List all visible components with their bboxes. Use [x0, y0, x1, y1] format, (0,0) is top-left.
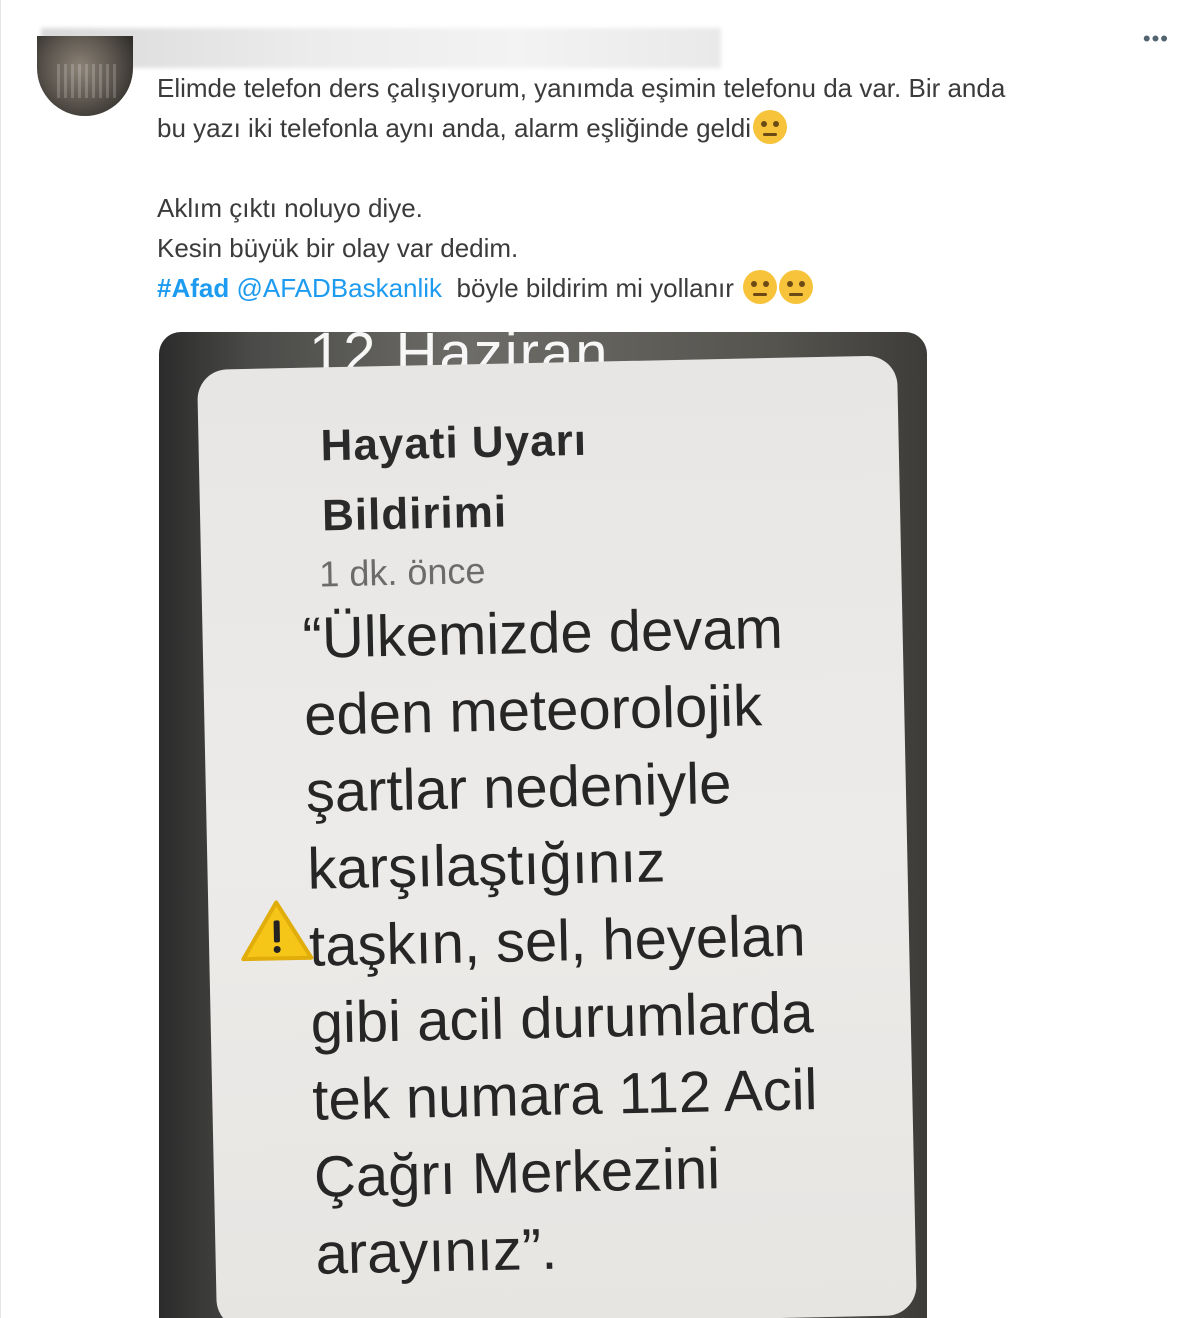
tweet-text: Elimde telefon ders çalışıyorum, yanımda… — [157, 68, 1167, 308]
alert-card: Hayati Uyarı Bildirimi 1 dk. önce “Ülkem… — [197, 355, 917, 1318]
blurred-username-header — [41, 28, 721, 68]
alert-body: “Ülkemizde devam eden meteorolojik şartl… — [301, 595, 818, 1287]
tweet-text-line: Aklım çıktı noluyo diye. — [157, 193, 423, 223]
tweet-text-line: Kesin büyük bir olay var dedim. — [157, 233, 519, 263]
avatar[interactable] — [37, 36, 133, 116]
alert-time: 1 dk. önce — [318, 550, 486, 595]
tweet-text-line: Elimde telefon ders çalışıyorum, yanımda… — [157, 73, 1006, 103]
tweet-text-line: bu yazı iki telefonla aynı anda, alarm e… — [157, 108, 1167, 148]
closing-text: böyle bildirim mi yollanır — [456, 273, 734, 303]
warning-icon — [241, 900, 314, 962]
hashtag-link[interactable]: #Afad — [157, 273, 229, 303]
tweet-photo[interactable]: 12 Haziran Hayati Uyarı Bildirimi 1 dk. … — [159, 332, 927, 1318]
rolling-eyes-emoji-icon — [753, 110, 788, 144]
tweet-text-line: #Afad @AFADBaskanlik böyle bildirim mi y… — [157, 268, 1167, 308]
more-options-icon[interactable]: ••• — [1143, 28, 1169, 50]
tweet: ••• Elimde telefon ders çalışıyorum, yan… — [0, 0, 1200, 1318]
rolling-eyes-emoji-icon — [743, 270, 778, 304]
pensive-emoji-icon — [779, 270, 814, 304]
alert-title: Hayati Uyarı Bildirimi — [320, 415, 588, 541]
mention-link[interactable]: @AFADBaskanlik — [236, 273, 442, 303]
